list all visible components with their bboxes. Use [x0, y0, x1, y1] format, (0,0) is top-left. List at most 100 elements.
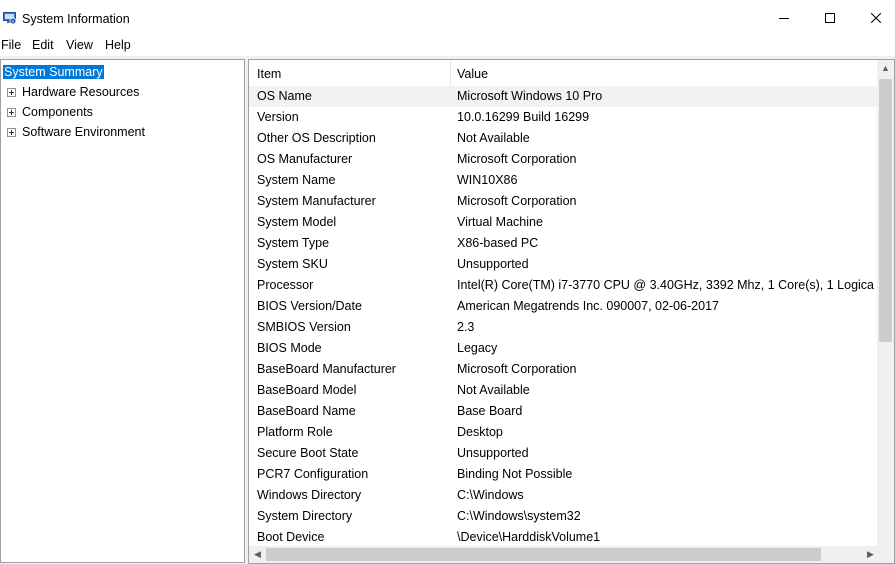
row-value-cell: Microsoft Corporation [457, 152, 577, 166]
row-item-cell: System Model [257, 215, 337, 229]
scrollbar-corner [877, 546, 894, 563]
menu-edit[interactable]: Edit [32, 38, 54, 52]
table-row[interactable]: SMBIOS Version 2.3 [249, 317, 880, 338]
system-information-icon [3, 12, 17, 25]
table-row[interactable]: BaseBoard Name Base Board [249, 401, 880, 422]
vertical-scroll-thumb[interactable] [879, 79, 892, 342]
column-divider[interactable] [450, 60, 451, 86]
table-row[interactable]: BIOS Mode Legacy [249, 338, 880, 359]
title-bar: System Information [0, 0, 895, 36]
tree-item-system-summary[interactable]: System Summary [3, 63, 104, 81]
table-row[interactable]: System Type X86-based PC [249, 233, 880, 254]
menu-file[interactable]: File [1, 38, 21, 52]
menu-view[interactable]: View [66, 38, 93, 52]
table-row[interactable]: System Manufacturer Microsoft Corporation [249, 191, 880, 212]
scroll-up-icon[interactable]: ▲ [881, 64, 890, 73]
row-item-cell: OS Manufacturer [257, 152, 353, 166]
vertical-scrollbar[interactable]: ▲ [877, 60, 894, 548]
row-value-cell: \Device\HarddiskVolume1 [457, 530, 601, 544]
table-row[interactable]: System SKU Unsupported [249, 254, 880, 275]
row-item-cell: System SKU [257, 257, 328, 271]
row-item-cell: System Type [257, 236, 330, 250]
row-value-cell: Not Available [457, 383, 530, 397]
row-value-cell: Intel(R) Core(TM) i7-3770 CPU @ 3.40GHz,… [457, 278, 875, 292]
minimize-icon [779, 18, 789, 19]
column-header-item[interactable]: Item [257, 67, 281, 81]
row-item-cell: Version [257, 110, 299, 124]
maximize-icon [825, 13, 835, 23]
row-value-cell: American Megatrends Inc. 090007, 02-06-2… [457, 299, 719, 313]
window-title: System Information [22, 12, 130, 26]
minimize-button[interactable] [761, 0, 807, 36]
table-row[interactable]: Boot Device \Device\HarddiskVolume1 [249, 527, 880, 548]
row-item-cell: System Manufacturer [257, 194, 376, 208]
table-row[interactable]: PCR7 Configuration Binding Not Possible [249, 464, 880, 485]
row-item-cell: System Directory [257, 509, 353, 523]
category-tree[interactable]: System Summary Hardware Resources Compon… [0, 59, 245, 563]
tree-item-software-environment[interactable]: Software Environment [1, 123, 241, 141]
row-item-cell: BaseBoard Model [257, 383, 357, 397]
close-button[interactable] [853, 0, 895, 36]
expand-icon[interactable] [7, 128, 16, 137]
row-item-cell: BIOS Version/Date [257, 299, 362, 313]
details-list[interactable]: Item Value OS Name Microsoft Windows 10 P… [248, 59, 895, 564]
row-item-cell: System Name [257, 173, 336, 187]
tree-item-label: System Summary [3, 65, 104, 79]
scroll-right-icon[interactable]: ▶ [867, 550, 874, 559]
table-row[interactable]: BaseBoard Model Not Available [249, 380, 880, 401]
table-row[interactable]: Windows Directory C:\Windows [249, 485, 880, 506]
expand-icon[interactable] [7, 88, 16, 97]
row-item-cell: BaseBoard Name [257, 404, 356, 418]
row-item-cell: Processor [257, 278, 314, 292]
row-value-cell: Unsupported [457, 257, 529, 271]
row-value-cell: Base Board [457, 404, 523, 418]
list-header: Item Value [249, 60, 880, 86]
row-value-cell: Desktop [457, 425, 503, 439]
row-item-cell: Secure Boot State [257, 446, 359, 460]
row-item-cell: PCR7 Configuration [257, 467, 369, 481]
scroll-left-icon[interactable]: ◀ [254, 550, 261, 559]
table-row[interactable]: BaseBoard Manufacturer Microsoft Corporat… [249, 359, 880, 380]
table-row[interactable]: Version 10.0.16299 Build 16299 [249, 107, 880, 128]
close-icon [871, 13, 881, 23]
tree-item-label: Software Environment [22, 125, 145, 139]
tree-item-label: Components [22, 105, 93, 119]
row-value-cell: Microsoft Corporation [457, 194, 577, 208]
row-item-cell: SMBIOS Version [257, 320, 351, 334]
table-row[interactable]: Other OS Description Not Available [249, 128, 880, 149]
row-value-cell: Unsupported [457, 446, 529, 460]
row-value-cell: Legacy [457, 341, 498, 355]
table-row[interactable]: System Model Virtual Machine [249, 212, 880, 233]
horizontal-scrollbar[interactable]: ◀ ▶ [249, 546, 878, 563]
tree-item-components[interactable]: Components [1, 103, 241, 121]
menu-bar: File Edit View Help [0, 36, 895, 56]
table-row[interactable]: Processor Intel(R) Core(TM) i7-3770 CPU @… [249, 275, 880, 296]
maximize-button[interactable] [807, 0, 853, 36]
row-item-cell: Platform Role [257, 425, 333, 439]
table-row[interactable]: System Name WIN10X86 [249, 170, 880, 191]
row-value-cell: Microsoft Corporation [457, 362, 577, 376]
column-header-value[interactable]: Value [457, 67, 488, 81]
row-item-cell: Other OS Description [257, 131, 376, 145]
table-row[interactable]: BIOS Version/Date American Megatrends Inc… [249, 296, 880, 317]
menu-help[interactable]: Help [105, 38, 131, 52]
row-value-cell: Microsoft Windows 10 Pro [457, 89, 603, 103]
row-value-cell: 2.3 [457, 320, 475, 334]
row-value-cell: Virtual Machine [457, 215, 543, 229]
table-row[interactable]: System Directory C:\Windows\system32 [249, 506, 880, 527]
table-row[interactable]: OS Manufacturer Microsoft Corporation [249, 149, 880, 170]
table-row[interactable]: Platform Role Desktop [249, 422, 880, 443]
row-item-cell: BIOS Mode [257, 341, 322, 355]
tree-item-hardware-resources[interactable]: Hardware Resources [1, 83, 241, 101]
row-value-cell: C:\Windows\system32 [457, 509, 581, 523]
table-row[interactable]: Secure Boot State Unsupported [249, 443, 880, 464]
row-value-cell: X86-based PC [457, 236, 539, 250]
expand-icon[interactable] [7, 108, 16, 117]
row-value-cell: WIN10X86 [457, 173, 518, 187]
row-value-cell: Not Available [457, 131, 530, 145]
table-row[interactable]: OS Name Microsoft Windows 10 Pro [249, 86, 880, 107]
row-item-cell: Windows Directory [257, 488, 362, 502]
row-value-cell: Binding Not Possible [457, 467, 573, 481]
tree-item-label: Hardware Resources [22, 85, 140, 99]
horizontal-scroll-thumb[interactable] [266, 548, 821, 561]
